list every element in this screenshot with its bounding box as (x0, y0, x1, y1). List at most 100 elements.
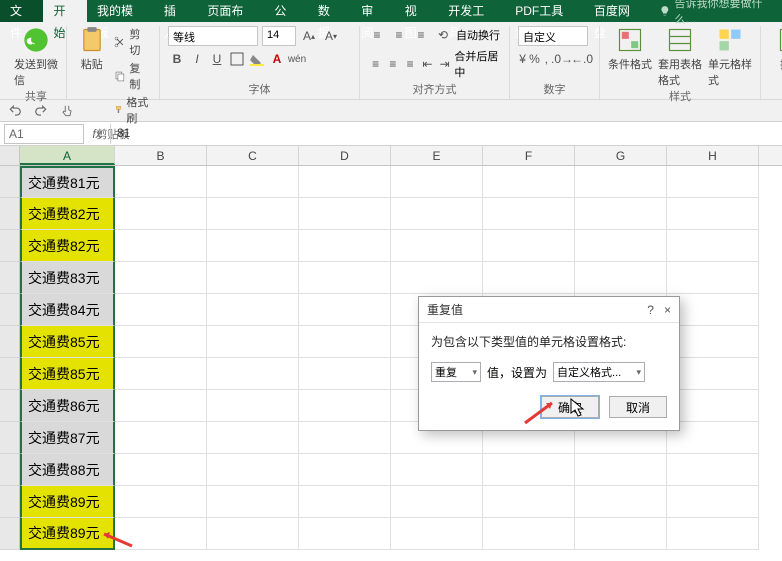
row-header[interactable] (0, 390, 20, 422)
cell[interactable] (391, 198, 483, 230)
cell[interactable] (667, 166, 759, 198)
currency-button[interactable]: ¥ (518, 50, 527, 68)
cell[interactable] (207, 198, 299, 230)
select-all-corner[interactable] (0, 146, 20, 165)
dialog-ok-button[interactable]: 确定 (541, 396, 599, 418)
cell[interactable] (391, 166, 483, 198)
tab-page-layout[interactable]: 页面布局 (197, 0, 264, 22)
tab-data[interactable]: 数据 (308, 0, 351, 22)
dialog-titlebar[interactable]: 重复值 ? × (419, 297, 679, 323)
cell[interactable] (667, 262, 759, 294)
cell[interactable] (575, 198, 667, 230)
format-painter-button[interactable]: 格式刷 (114, 94, 151, 126)
cell[interactable] (575, 166, 667, 198)
cell[interactable] (483, 262, 575, 294)
cell[interactable]: 交通费89元 (20, 486, 115, 518)
cell[interactable] (115, 486, 207, 518)
cell[interactable] (115, 518, 207, 550)
cell[interactable] (667, 326, 759, 358)
cell[interactable]: 交通费82元 (20, 198, 115, 230)
align-right-button[interactable]: ≡ (403, 55, 418, 73)
indent-increase-button[interactable]: ⇥ (437, 55, 452, 73)
cell[interactable]: 交通费87元 (20, 422, 115, 454)
indent-decrease-button[interactable]: ⇤ (420, 55, 435, 73)
row-header[interactable] (0, 326, 20, 358)
row-header[interactable] (0, 454, 20, 486)
decrease-decimal-button[interactable]: ←.0 (573, 50, 591, 68)
dialog-format-combo[interactable]: 自定义格式... ▾ (553, 362, 645, 382)
cell[interactable] (391, 486, 483, 518)
merge-center-button[interactable]: 合并后居中 (454, 48, 501, 80)
fill-color-button[interactable] (248, 50, 266, 68)
number-format-combo[interactable]: 自定义 (518, 26, 588, 46)
align-top-button[interactable]: ≡ (368, 26, 386, 44)
cell[interactable] (299, 390, 391, 422)
col-header-D[interactable]: D (299, 146, 391, 165)
cell[interactable] (667, 358, 759, 390)
cell[interactable]: 交通费84元 (20, 294, 115, 326)
cell[interactable] (115, 422, 207, 454)
cell[interactable] (299, 198, 391, 230)
cell[interactable] (575, 230, 667, 262)
cell[interactable] (575, 486, 667, 518)
tab-view[interactable]: 视图 (395, 0, 438, 22)
row-header[interactable] (0, 486, 20, 518)
cell[interactable] (483, 454, 575, 486)
cell[interactable] (299, 230, 391, 262)
name-box[interactable]: A1 (4, 124, 84, 144)
row-header[interactable] (0, 198, 20, 230)
tab-home[interactable]: 开始 (43, 0, 86, 22)
col-header-A[interactable]: A (20, 146, 115, 165)
tab-review[interactable]: 审阅 (351, 0, 394, 22)
cell[interactable] (391, 230, 483, 262)
conditional-format-button[interactable]: 条件格式 (608, 26, 652, 72)
tab-file[interactable]: 文件 (0, 0, 43, 22)
comma-button[interactable]: , (542, 50, 551, 68)
row-header[interactable] (0, 230, 20, 262)
cell[interactable] (207, 358, 299, 390)
row-header[interactable] (0, 518, 20, 550)
col-header-F[interactable]: F (483, 146, 575, 165)
col-header-C[interactable]: C (207, 146, 299, 165)
align-middle-button[interactable]: ≡ (390, 26, 408, 44)
cell[interactable] (115, 390, 207, 422)
tell-me-search[interactable]: 告诉我你想要做什么… (659, 0, 782, 27)
cell[interactable] (483, 518, 575, 550)
font-name-combo[interactable]: 等线 (168, 26, 258, 46)
cell[interactable] (299, 454, 391, 486)
cell[interactable] (667, 230, 759, 262)
cell[interactable] (115, 294, 207, 326)
cell[interactable] (299, 518, 391, 550)
dialog-close-button[interactable]: × (664, 303, 671, 317)
col-header-E[interactable]: E (391, 146, 483, 165)
cell[interactable]: 交通费88元 (20, 454, 115, 486)
cell[interactable] (299, 326, 391, 358)
cell-styles-button[interactable]: 单元格样式 (708, 26, 752, 88)
dialog-help-button[interactable]: ? (647, 303, 654, 317)
cell[interactable] (391, 454, 483, 486)
row-header[interactable] (0, 166, 20, 198)
underline-button[interactable]: U (208, 50, 226, 68)
cell[interactable] (299, 166, 391, 198)
tab-formulas[interactable]: 公式 (264, 0, 307, 22)
tab-pdf-tools[interactable]: PDF工具集 (505, 0, 584, 22)
phonetic-button[interactable]: wén (288, 50, 306, 68)
cell[interactable] (115, 454, 207, 486)
cell[interactable] (207, 166, 299, 198)
dialog-mode-combo[interactable]: 重复 ▾ (431, 362, 481, 382)
dialog-cancel-button[interactable]: 取消 (609, 396, 667, 418)
cell[interactable] (207, 486, 299, 518)
cell[interactable] (667, 294, 759, 326)
cell[interactable] (391, 262, 483, 294)
cell[interactable] (207, 230, 299, 262)
font-size-combo[interactable]: 14 (262, 26, 296, 46)
orientation-button[interactable]: ⟲ (434, 26, 452, 44)
cell[interactable] (207, 294, 299, 326)
copy-button[interactable]: 复制 (114, 60, 151, 92)
cell[interactable] (115, 358, 207, 390)
cell[interactable] (207, 326, 299, 358)
format-as-table-button[interactable]: 套用表格格式 (658, 26, 702, 88)
bold-button[interactable]: B (168, 50, 186, 68)
cell[interactable] (667, 518, 759, 550)
cell[interactable] (667, 390, 759, 422)
